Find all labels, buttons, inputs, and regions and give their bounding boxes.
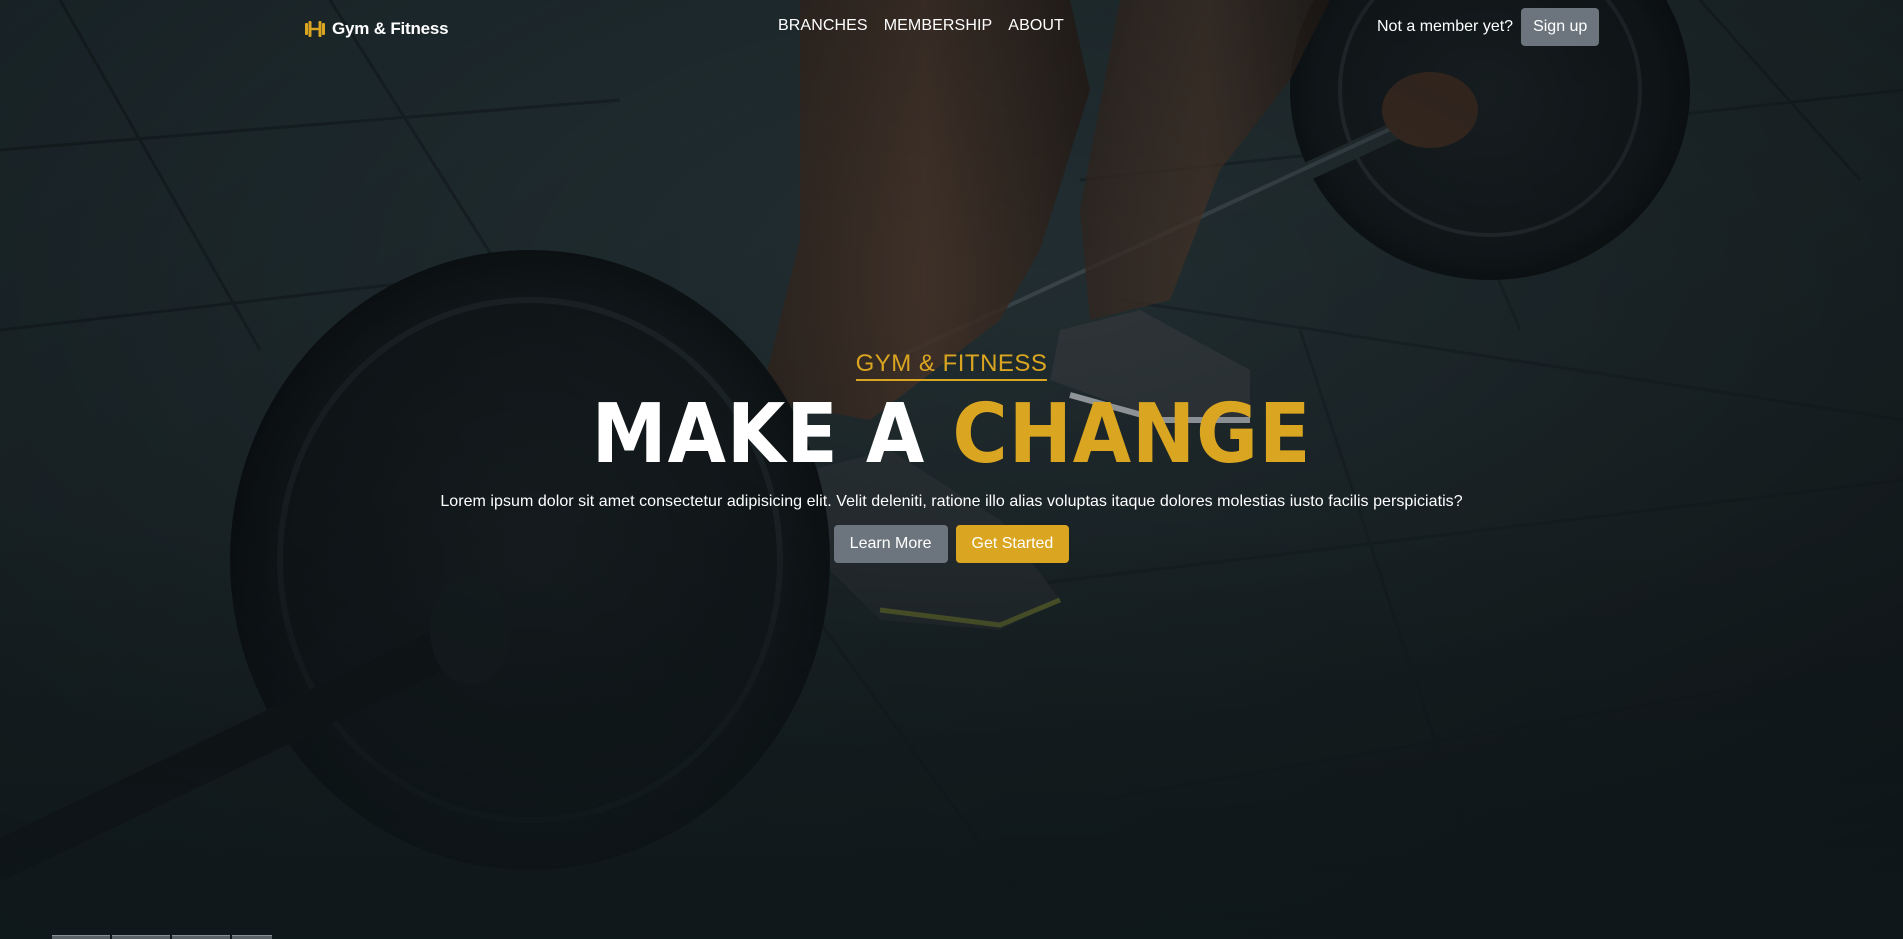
nav-account-area: Not a member yet? Sign up — [1377, 8, 1600, 46]
top-navbar: Gym & Fitness BRANCHES MEMBERSHIP ABOUT … — [0, 0, 1903, 56]
headline-gold-part: CHANGE — [952, 387, 1312, 482]
nav-link-membership[interactable]: MEMBERSHIP — [884, 17, 993, 35]
dumbbell-icon — [304, 18, 326, 40]
bottom-edge-strip — [52, 935, 272, 939]
bottom-strip-segment — [112, 935, 170, 939]
landing-page: Gym & Fitness BRANCHES MEMBERSHIP ABOUT … — [0, 0, 1903, 939]
bottom-strip-segment — [232, 935, 272, 939]
hero-eyebrow: GYM & FITNESS — [855, 350, 1048, 381]
signup-button[interactable]: Sign up — [1521, 8, 1600, 46]
nav-links: BRANCHES MEMBERSHIP ABOUT — [778, 17, 1064, 35]
get-started-button[interactable]: Get Started — [955, 525, 1070, 563]
bottom-strip-segment — [172, 935, 230, 939]
learn-more-button[interactable]: Learn More — [833, 525, 948, 563]
brand-logo-link[interactable]: Gym & Fitness — [304, 18, 449, 40]
hero-lead-text: Lorem ipsum dolor sit amet consectetur a… — [440, 493, 1463, 510]
hero-actions: Learn More Get Started — [0, 525, 1903, 563]
brand-name: Gym & Fitness — [332, 19, 449, 38]
hero-section: GYM & FITNESS MAKE A CHANGE Lorem ipsum … — [0, 350, 1903, 563]
nav-link-about[interactable]: ABOUT — [1008, 17, 1064, 35]
nav-link-branches[interactable]: BRANCHES — [778, 17, 868, 35]
headline-white-part: MAKE A — [591, 387, 926, 482]
hero-headline: MAKE A CHANGE — [76, 391, 1827, 479]
bottom-strip-segment — [52, 935, 110, 939]
member-prompt-text: Not a member yet? — [1377, 18, 1514, 35]
